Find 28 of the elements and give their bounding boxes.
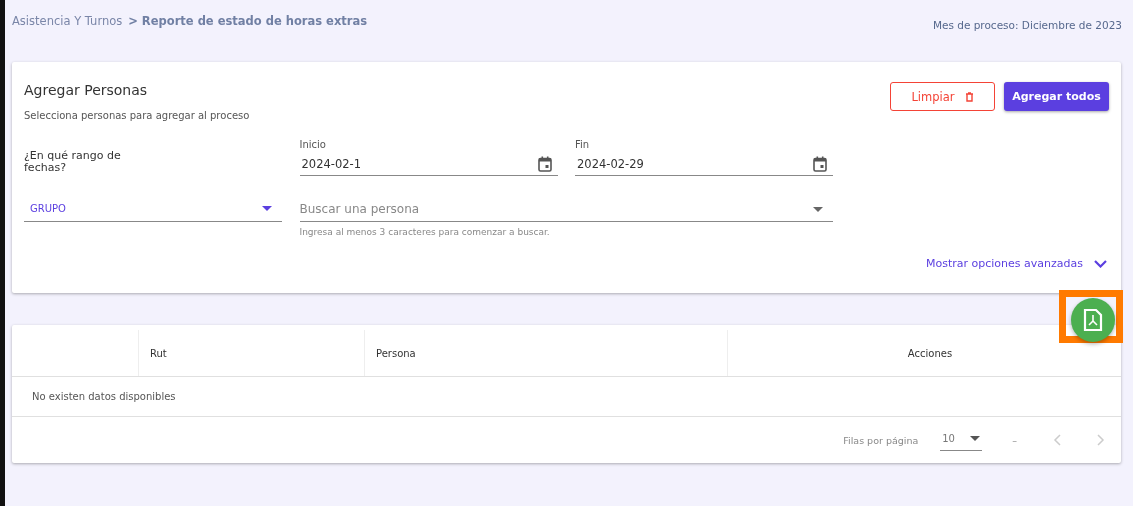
breadcrumb-item: > Reporte de estado de horas extras	[128, 14, 368, 30]
chevron-icon	[1094, 259, 1107, 268]
column-header: Acciones	[907, 347, 953, 359]
trash-icon	[964, 91, 974, 102]
advanced-options-toggle[interactable]: Mostrar opciones avanzadas	[926, 257, 1107, 270]
pdf-export-button[interactable]	[1071, 298, 1115, 342]
calendar-icon[interactable]	[537, 156, 552, 172]
column-header: Persona	[376, 347, 416, 359]
search-hint: Ingresa al menos 3 caracteres para comenzar a buscar.	[299, 227, 551, 237]
pdf-file-icon	[1083, 308, 1103, 332]
dropdown-arrow-icon	[970, 436, 981, 441]
empty-message: No existen datos disponibles	[32, 391, 176, 402]
column-header: Rut	[150, 347, 167, 359]
dropdown-arrow-icon	[262, 206, 272, 211]
date-range-label: ¿En qué rango de fechas?	[24, 148, 122, 176]
calendar-icon[interactable]	[813, 156, 827, 172]
dropdown-arrow-icon	[813, 207, 823, 212]
group-select[interactable]: GRUPO	[24, 196, 282, 222]
page-range: –	[1012, 434, 1017, 446]
rows-per-page-label: Filas por página	[843, 434, 919, 446]
card-subtitle: Selecciona personas para agregar al proceso	[24, 110, 250, 121]
add-all-button[interactable]: Agregar todos	[1004, 82, 1109, 111]
rows-per-page-select[interactable]: 10	[940, 429, 983, 451]
date-field[interactable]: Inicio 2024-02-1	[299, 139, 558, 176]
clear-button[interactable]: Limpiar	[890, 82, 995, 111]
card-title: Agregar Personas	[24, 82, 149, 98]
process-month: Mes de proceso: Diciembre de 2023	[932, 18, 1123, 33]
date-field[interactable]: Fin 2024-02-29	[575, 139, 833, 176]
